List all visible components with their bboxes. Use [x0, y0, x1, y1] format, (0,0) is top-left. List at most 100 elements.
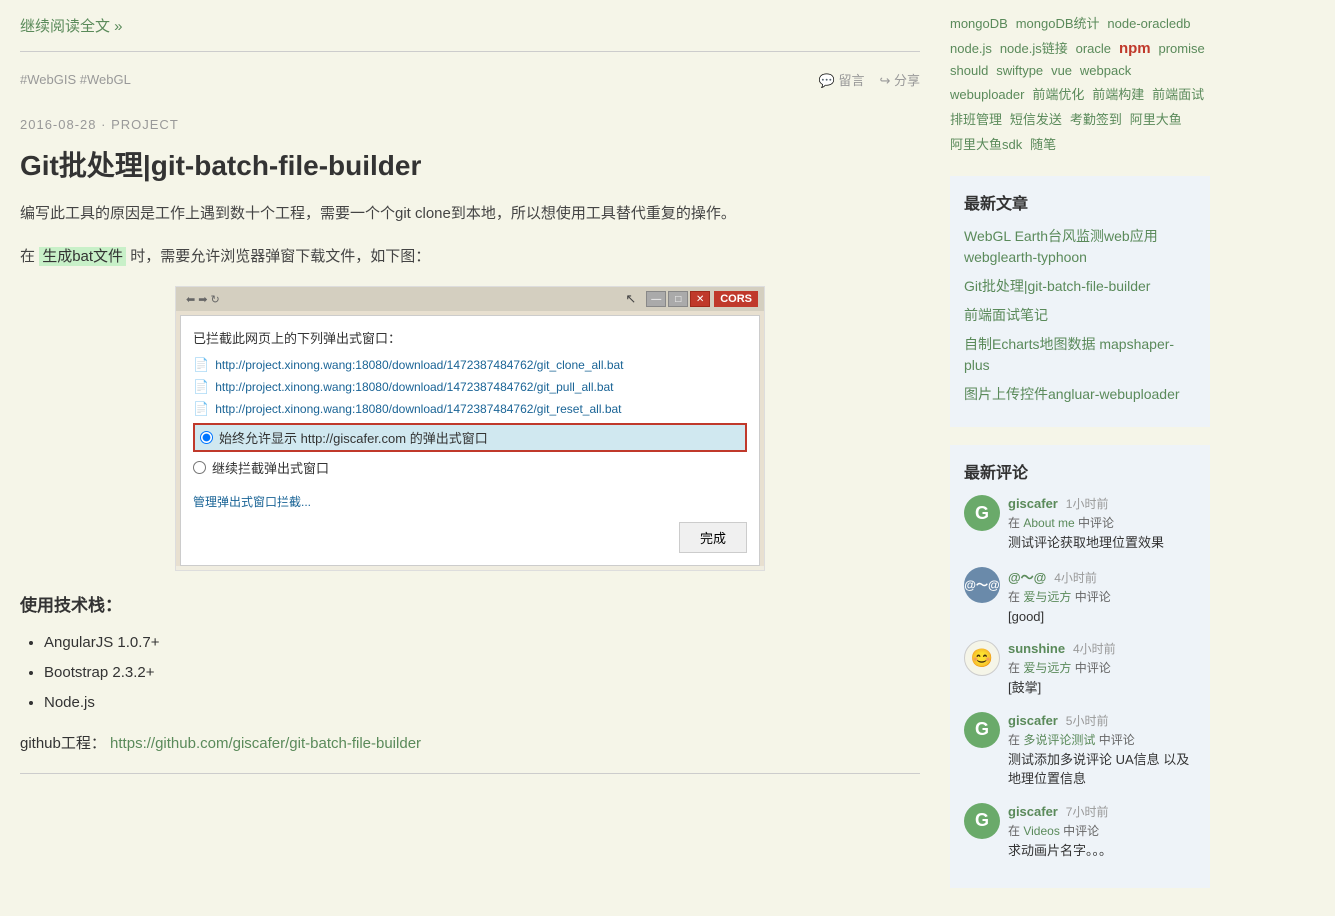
- popup-dialog: 已拦截此网页上的下列弹出式窗口： 📄 http://project.xinong…: [180, 315, 760, 566]
- comment-time-5: 7小时前: [1066, 805, 1109, 819]
- comment-location-2: 在 爱与远方 中评论: [1008, 588, 1196, 605]
- tag-frontend-opt[interactable]: 前端优化: [1032, 84, 1084, 103]
- tag-swiftype[interactable]: swiftype: [996, 63, 1043, 78]
- close-btn[interactable]: ✕: [690, 291, 710, 307]
- tech-item-3: Node.js: [44, 688, 920, 718]
- tech-item-1: AngularJS 1.0.7+: [44, 628, 920, 658]
- comment-location-link-5[interactable]: Videos: [1023, 824, 1059, 838]
- radio-allow: 始终允许显示 http://giscafer.com 的弹出式窗口: [193, 423, 747, 452]
- share-action[interactable]: ↪ 分享: [879, 70, 920, 89]
- tag-alifish-sdk[interactable]: 阿里大鱼sdk: [950, 134, 1022, 153]
- tech-item-2: Bootstrap 2.3.2+: [44, 658, 920, 688]
- github-url-link[interactable]: https://github.com/giscafer/git-batch-fi…: [110, 735, 421, 752]
- maximize-btn[interactable]: □: [668, 291, 688, 307]
- latest-article-3[interactable]: 前端面试笔记: [964, 305, 1196, 326]
- comment-location-link-1[interactable]: About me: [1023, 516, 1074, 530]
- tag-webuploader[interactable]: webuploader: [950, 87, 1024, 102]
- latest-articles-section: 最新文章 WebGL Earth台风监测web应用 webglearth-typ…: [950, 176, 1210, 427]
- tag-npm[interactable]: npm: [1119, 40, 1151, 57]
- comment-location-3: 在 爱与远方 中评论: [1008, 659, 1196, 676]
- download-link-2[interactable]: http://project.xinong.wang:18080/downloa…: [215, 380, 613, 394]
- latest-article-4[interactable]: 自制Echarts地图数据 mapshaper-plus: [964, 334, 1196, 376]
- minimize-btn[interactable]: —: [646, 291, 666, 307]
- comment-body-1: giscafer 1小时前 在 About me 中评论 测试评论获取地理位置效…: [1008, 495, 1196, 553]
- tag-node-oracledb[interactable]: node-oracledb: [1107, 16, 1190, 31]
- download-link-1[interactable]: http://project.xinong.wang:18080/downloa…: [215, 358, 623, 372]
- tag-nodejs-link[interactable]: node.js链接: [1000, 38, 1068, 57]
- latest-article-5[interactable]: 图片上传控件angluar-webuploader: [964, 384, 1196, 405]
- radio-allow-input[interactable]: [200, 431, 213, 444]
- article-title: Git批处理|git-batch-file-builder: [20, 144, 920, 184]
- browser-topbar: ⬅ ➡ ↻ ↖ — □ ✕ CORS: [176, 287, 764, 311]
- comment-text-5: 求动画片名字。。。: [1008, 841, 1196, 861]
- comment-location-link-2[interactable]: 爱与远方: [1023, 590, 1071, 604]
- comment-body-2: @～@ 4小时前 在 爱与远方 中评论 [good]: [1008, 567, 1196, 627]
- comment-time-2: 4小时前: [1054, 571, 1097, 585]
- avatar-2: @～@: [964, 567, 1000, 603]
- tag-mongodb[interactable]: mongoDB: [950, 16, 1008, 31]
- comment-author-4: giscafer: [1008, 713, 1058, 728]
- radio-block: 继续拦截弹出式窗口: [193, 458, 747, 477]
- tag-webpack[interactable]: webpack: [1080, 63, 1131, 78]
- avatar-4: G: [964, 712, 1000, 748]
- main-content: 继续阅读全文 » #WebGIS #WebGL 💬 留言 ↪ 分享 2016-0…: [20, 10, 950, 906]
- tag-schedule[interactable]: 排班管理: [950, 109, 1002, 128]
- radio-block-label: 继续拦截弹出式窗口: [212, 458, 329, 477]
- meta-separator: ·: [101, 117, 106, 132]
- comment-item-1: G giscafer 1小时前 在 About me 中评论 测试评论获取地理位…: [964, 495, 1196, 553]
- post-tags: #WebGIS #WebGL: [20, 72, 131, 87]
- latest-comments-title: 最新评论: [964, 459, 1196, 483]
- tag-should[interactable]: should: [950, 63, 988, 78]
- article-desc2: 在 生成bat文件 时，需要允许浏览器弹窗下载文件，如下图：: [20, 243, 920, 270]
- comment-item-2: @～@ @～@ 4小时前 在 爱与远方 中评论 [good]: [964, 567, 1196, 627]
- comment-label: 留言: [838, 73, 864, 88]
- radio-block-input[interactable]: [193, 461, 206, 474]
- avatar-3: 😊: [964, 640, 1000, 676]
- comment-item-5: G giscafer 7小时前 在 Videos 中评论 求动画片名字。。。: [964, 803, 1196, 861]
- comment-text-1: 测试评论获取地理位置效果: [1008, 533, 1196, 553]
- comment-item-3: 😊 sunshine 4小时前 在 爱与远方 中评论 [鼓掌]: [964, 640, 1196, 698]
- tag-essay[interactable]: 随笔: [1030, 134, 1056, 153]
- latest-article-2[interactable]: Git批处理|git-batch-file-builder: [964, 276, 1196, 297]
- tag-sms[interactable]: 短信发送: [1010, 109, 1062, 128]
- popup-title: 已拦截此网页上的下列弹出式窗口：: [193, 328, 747, 347]
- tech-list: AngularJS 1.0.7+ Bootstrap 2.3.2+ Node.j…: [20, 628, 920, 718]
- bottom-divider: [20, 773, 920, 774]
- file-icon-1: 📄: [193, 357, 209, 373]
- desc2-suffix: 时，需要允许浏览器弹窗下载文件，如下图：: [130, 248, 430, 265]
- tag-mongodb-stats[interactable]: mongoDB统计: [1016, 13, 1100, 32]
- comment-body-4: giscafer 5小时前 在 多说评论测试 中评论 测试添加多说评论 UA信息…: [1008, 712, 1196, 789]
- comment-action[interactable]: 💬 留言: [819, 70, 865, 89]
- tag-promise[interactable]: promise: [1159, 41, 1205, 56]
- tag-oracle[interactable]: oracle: [1076, 41, 1111, 56]
- continue-read-link[interactable]: 继续阅读全文 »: [20, 18, 123, 35]
- tag-frontend-build[interactable]: 前端构建: [1092, 84, 1144, 103]
- avatar-5: G: [964, 803, 1000, 839]
- browser-screenshot: ⬅ ➡ ↻ ↖ — □ ✕ CORS 已拦截此网页上的下列弹出式窗口：: [175, 286, 765, 571]
- manage-popup-link[interactable]: 管理弹出式窗口拦截...: [193, 493, 311, 510]
- highlight-text: 生成bat文件: [39, 247, 126, 266]
- tag-frontend-interview[interactable]: 前端面试: [1152, 84, 1204, 103]
- tag-nodejs[interactable]: node.js: [950, 41, 992, 56]
- latest-article-1[interactable]: WebGL Earth台风监测web应用 webglearth-typhoon: [964, 226, 1196, 268]
- file-icon-2: 📄: [193, 379, 209, 395]
- post-tags-bar: #WebGIS #WebGL 💬 留言 ↪ 分享: [20, 62, 920, 97]
- comment-location-1: 在 About me 中评论: [1008, 514, 1196, 531]
- comment-author-2: @～@: [1008, 570, 1046, 585]
- comment-author-1: giscafer: [1008, 496, 1058, 511]
- tag-attendance[interactable]: 考勤签到: [1070, 109, 1122, 128]
- article-desc1: 编写此工具的原因是工作上遇到数十个工程，需要一个个git clone到本地，所以…: [20, 200, 920, 227]
- tag-alifish[interactable]: 阿里大鱼: [1130, 109, 1182, 128]
- tags-cloud: mongoDB mongoDB统计 node-oracledb node.js …: [950, 10, 1210, 156]
- comment-time-3: 4小时前: [1073, 642, 1116, 656]
- post-actions: 💬 留言 ↪ 分享: [819, 70, 920, 89]
- done-button[interactable]: 完成: [679, 522, 747, 553]
- comment-icon: 💬: [819, 73, 839, 88]
- comment-location-link-3[interactable]: 爱与远方: [1023, 661, 1071, 675]
- comment-location-link-4[interactable]: 多说评论测试: [1023, 733, 1095, 747]
- top-divider: [20, 51, 920, 52]
- article-date: 2016-08-28: [20, 117, 97, 132]
- tag-vue[interactable]: vue: [1051, 63, 1072, 78]
- download-link-3[interactable]: http://project.xinong.wang:18080/downloa…: [215, 402, 621, 416]
- comment-text-4: 测试添加多说评论 UA信息 以及地理位置信息: [1008, 750, 1196, 789]
